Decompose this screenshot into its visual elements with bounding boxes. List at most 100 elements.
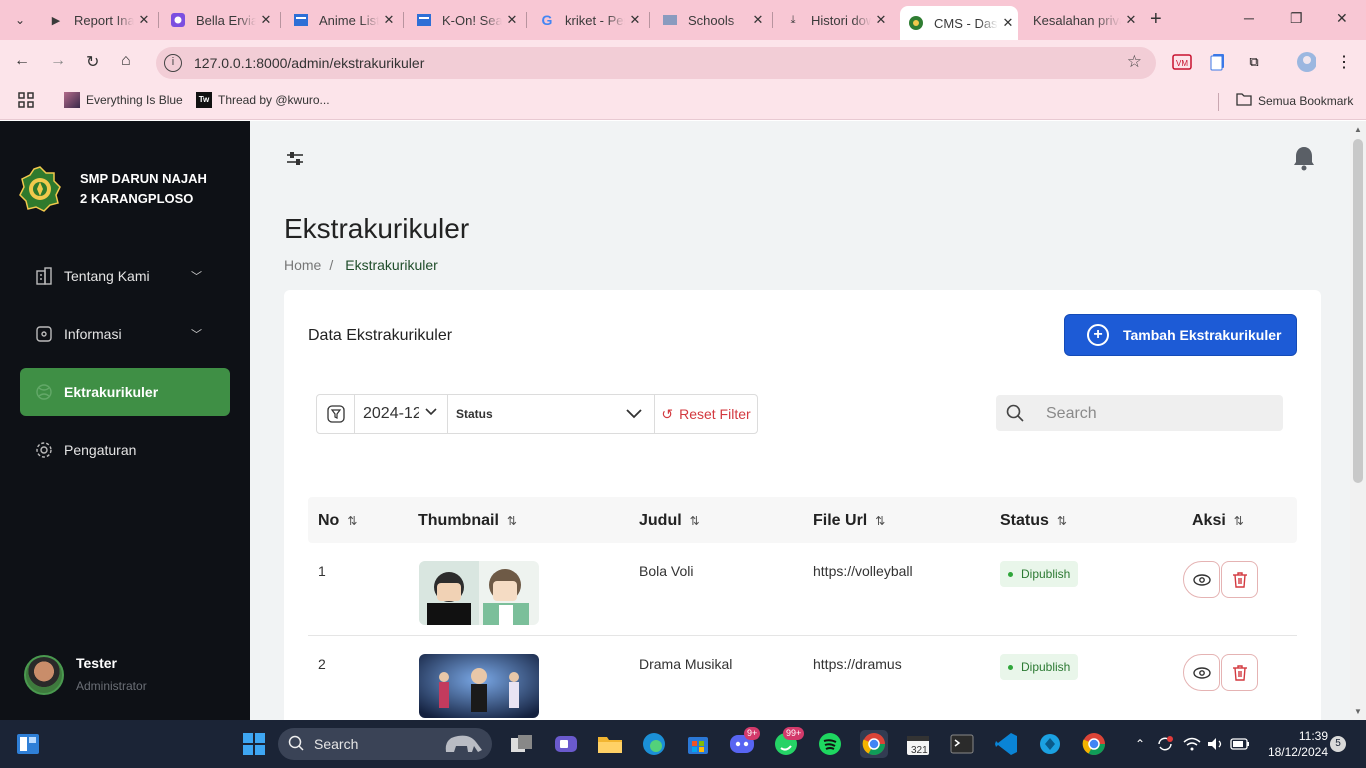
status-dot <box>1008 664 1013 670</box>
close-tab-icon[interactable]: ✕ <box>379 12 399 28</box>
browser-tab[interactable]: G kriket - Penelusuran Google ✕ <box>531 6 645 34</box>
edge-icon[interactable] <box>640 730 668 758</box>
restore-button[interactable]: ❐ <box>1290 10 1303 27</box>
filter-icon[interactable] <box>317 395 355 433</box>
chevron-up-icon[interactable]: ⌃ <box>1130 730 1150 758</box>
user-avatar[interactable] <box>24 655 64 695</box>
delete-button[interactable] <box>1221 561 1258 598</box>
home-icon[interactable]: ⌂ <box>121 52 131 70</box>
column-header-no[interactable]: No ⇅ <box>318 512 357 530</box>
view-button[interactable] <box>1183 561 1220 598</box>
vscode-icon[interactable] <box>992 730 1020 758</box>
sync-icon[interactable] <box>1154 730 1176 758</box>
delete-button[interactable] <box>1221 654 1258 691</box>
year-month-select[interactable]: 2024-12 <box>355 395 448 433</box>
filter-bar: 2024-12 Status ↺ Reset Filter <box>316 394 758 434</box>
windows-start-icon[interactable] <box>240 730 268 758</box>
volume-icon[interactable] <box>1204 730 1228 758</box>
file-explorer-icon[interactable] <box>596 730 624 758</box>
search-input[interactable]: Search <box>996 395 1283 431</box>
site-info-icon[interactable]: i <box>164 54 182 72</box>
reload-icon[interactable]: ↻ <box>86 52 99 72</box>
close-tab-icon[interactable]: ✕ <box>502 12 522 28</box>
school-logo <box>16 165 64 213</box>
browser-tab-active[interactable]: CMS - Dashboard ✕ <box>900 6 1018 40</box>
column-header-judul[interactable]: Judul ⇅ <box>639 512 700 530</box>
minimize-button[interactable]: ─ <box>1244 10 1254 26</box>
spotify-icon[interactable] <box>816 730 844 758</box>
sidebar-item-pengaturan[interactable]: Pengaturan <box>20 426 230 474</box>
add-ekstrakurikuler-button[interactable]: + Tambah Ekstrakurikuler <box>1064 314 1297 356</box>
profile-avatar[interactable] <box>1296 52 1316 72</box>
forward-arrow-icon[interactable]: → <box>50 52 66 70</box>
apps-grid-icon[interactable] <box>18 92 34 108</box>
browser-tab[interactable]: Kesalahan privasi ✕ <box>1023 6 1141 34</box>
reset-filter-button[interactable]: ↺ Reset Filter <box>655 395 757 433</box>
scroll-down-arrow-icon[interactable]: ▼ <box>1354 707 1362 716</box>
close-tab-icon[interactable]: ✕ <box>1121 12 1141 28</box>
store-icon[interactable] <box>684 730 712 758</box>
bookmark-item[interactable]: Everything Is Blue <box>64 92 183 108</box>
folder-icon <box>1236 92 1252 109</box>
scrollbar-thumb[interactable] <box>1353 139 1363 483</box>
tab-title: Histori download <box>811 12 871 28</box>
meet-icon[interactable] <box>552 730 580 758</box>
sidebar-item-tentang-kami[interactable]: Tentang Kami ﹀ <box>20 252 230 300</box>
sort-icon: ⇅ <box>689 514 700 528</box>
thumbnail-image <box>419 654 539 718</box>
close-tab-icon[interactable]: ✕ <box>748 12 768 28</box>
vm-extension-icon[interactable]: VM <box>1172 52 1192 72</box>
browser-tab[interactable]: Anime List ✕ <box>285 6 399 34</box>
close-tab-icon[interactable]: ✕ <box>256 12 276 28</box>
breadcrumb-home[interactable]: Home <box>284 257 321 273</box>
app-icon[interactable] <box>1036 730 1064 758</box>
scroll-up-arrow-icon[interactable]: ▲ <box>1354 125 1362 134</box>
user-name: Tester <box>76 655 117 671</box>
url-text[interactable]: 127.0.0.1:8000/admin/ekstrakurikuler <box>194 55 424 71</box>
status-select[interactable]: Status <box>448 395 655 433</box>
taskbar-search[interactable]: Search <box>278 728 492 760</box>
close-window-button[interactable]: ✕ <box>1336 10 1348 27</box>
tab-search-button[interactable]: ⌄ <box>8 8 32 32</box>
column-header-aksi[interactable]: Aksi ⇅ <box>1192 512 1244 530</box>
browser-tab[interactable]: ▶ Report Inappropriate Content ✕ <box>40 6 154 34</box>
sidebar-toggle-icon[interactable] <box>286 151 304 172</box>
close-tab-icon[interactable]: ✕ <box>134 12 154 28</box>
taskbar-clock[interactable]: 11:39 18/12/2024 <box>1264 728 1328 760</box>
battery-icon[interactable] <box>1228 730 1252 758</box>
chrome-icon[interactable] <box>1080 730 1108 758</box>
view-button[interactable] <box>1183 654 1220 691</box>
calendar-app-icon[interactable]: 321 <box>904 730 932 758</box>
page-scrollbar[interactable]: ▲ ▼ <box>1350 121 1366 720</box>
all-bookmarks-label: Semua Bookmark <box>1258 93 1354 108</box>
column-header-status[interactable]: Status ⇅ <box>1000 512 1067 530</box>
google-icon: G <box>541 12 553 28</box>
sidebar-item-ektrakurikuler[interactable]: Ektrakurikuler <box>20 368 230 416</box>
browser-tab[interactable]: Bella Erviana ✕ <box>162 6 276 34</box>
column-header-file-url[interactable]: File Url ⇅ <box>813 512 885 530</box>
puzzle-extensions-icon[interactable]: ⧉ <box>1244 52 1264 72</box>
more-menu-icon[interactable]: ⋮ <box>1334 52 1354 72</box>
browser-tab[interactable]: Schools ✕ <box>654 6 768 34</box>
terminal-icon[interactable] <box>948 730 976 758</box>
all-bookmarks[interactable]: Semua Bookmark <box>1236 92 1353 109</box>
document-extension-icon[interactable] <box>1208 52 1228 72</box>
new-tab-button[interactable]: + <box>1150 8 1162 31</box>
close-tab-icon[interactable]: ✕ <box>871 12 891 28</box>
bookmark-star-icon[interactable]: ☆ <box>1127 52 1142 72</box>
browser-tab[interactable]: K-On! Season ✕ <box>408 6 522 34</box>
close-tab-icon[interactable]: ✕ <box>625 12 645 28</box>
column-header-thumbnail[interactable]: Thumbnail ⇅ <box>418 512 517 530</box>
address-bar[interactable]: i 127.0.0.1:8000/admin/ekstrakurikuler ☆ <box>156 47 1156 79</box>
notification-bell-icon[interactable] <box>1292 145 1316 171</box>
browser-tab[interactable]: ⤓ Histori download ✕ <box>777 6 891 34</box>
chrome-active-icon[interactable] <box>860 730 888 758</box>
bookmark-item[interactable]: Tw Thread by @kwuro... <box>196 92 330 108</box>
notification-count-badge[interactable]: 5 <box>1330 736 1346 752</box>
task-view-icon[interactable] <box>508 730 536 758</box>
close-tab-icon[interactable]: ✕ <box>998 15 1018 31</box>
sidebar-item-informasi[interactable]: Informasi ﹀ <box>20 310 230 358</box>
back-arrow-icon[interactable]: ← <box>14 52 30 70</box>
wifi-icon[interactable] <box>1180 730 1204 758</box>
widgets-icon[interactable] <box>14 730 42 758</box>
